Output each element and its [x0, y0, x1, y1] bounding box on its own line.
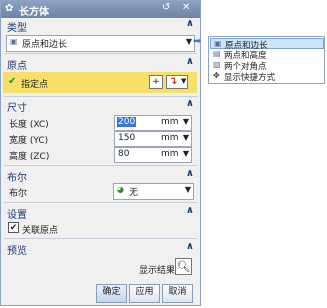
section-boolean-label: 布尔 — [7, 173, 27, 184]
point-dialog-button[interactable]: + — [149, 75, 163, 89]
dropdown-item-two-points-height[interactable]: ▤ 两点和高度 — [210, 49, 324, 61]
boolean-combo[interactable]: ◕ 无 ▼ — [113, 183, 194, 200]
length-unit: mm — [161, 117, 179, 127]
chevron-down-icon: ▼ — [181, 77, 187, 85]
chevron-up-icon[interactable]: ∧ — [186, 18, 194, 29]
section-origin-header[interactable]: 原点 ∧ — [1, 56, 200, 72]
chevron-up-icon[interactable]: ∧ — [186, 205, 194, 216]
cancel-button[interactable]: 取消 — [162, 284, 193, 303]
divider — [4, 238, 197, 239]
type-combo[interactable]: ▣ 原点和边长 ▼ — [6, 35, 195, 52]
chevron-down-icon[interactable]: ▼ — [183, 133, 189, 142]
specify-point-label: 指定点 — [21, 80, 49, 90]
dialog-title: 长方体 — [19, 7, 49, 18]
inferred-point-icon: ↴ — [169, 76, 178, 87]
shortcut-icon: ✥ — [213, 71, 220, 80]
ok-button[interactable]: 确定 — [96, 284, 127, 303]
divider — [4, 165, 197, 166]
boolean-field-label: 布尔 — [9, 189, 28, 199]
divider — [4, 96, 197, 97]
point-type-dropdown[interactable]: ↴ ▼ — [166, 75, 188, 89]
boolean-none-icon: ◕ — [117, 185, 124, 194]
section-size-header[interactable]: 尺寸 ∧ — [1, 98, 200, 114]
type-dropdown-list: ▣ 原点和边长 ▤ 两点和高度 ▧ 两个对角点 ✥ 显示快捷方式 — [208, 36, 325, 84]
close-icon[interactable]: ✕ — [182, 2, 190, 13]
section-size-label: 尺寸 — [7, 103, 27, 114]
show-result-label: 显示结果 — [139, 266, 176, 276]
height-label: 高度 (ZC) — [9, 152, 50, 162]
magnifier-icon: 🔍︎ — [176, 260, 191, 273]
section-settings-label: 设置 — [7, 210, 27, 221]
associative-origin-label: 关联原点 — [22, 226, 59, 236]
section-type-label: 类型 — [7, 23, 27, 34]
associative-origin-checkbox[interactable]: ✔ — [8, 222, 19, 233]
cube-diagonal-icon: ▧ — [213, 60, 221, 69]
section-origin-label: 原点 — [7, 61, 27, 72]
section-settings-header[interactable]: 设置 ∧ — [1, 205, 200, 221]
section-preview-label: 预览 — [7, 246, 27, 257]
point-plus-icon: + — [152, 77, 160, 87]
height-value: 80 — [118, 149, 130, 159]
block-dialog: ✿ 长方体 ↺ ✕ 类型 ∧ ▣ 原点和边长 ▼ 原点 ∧ ✔ 指定点 + ↴ … — [0, 0, 201, 306]
dropdown-item-label: 显示快捷方式 — [224, 73, 276, 83]
divider — [4, 202, 197, 203]
chevron-up-icon[interactable]: ∧ — [186, 56, 194, 67]
chevron-down-icon[interactable]: ▼ — [183, 117, 189, 126]
dialog-titlebar[interactable]: ✿ 长方体 ↺ ✕ — [1, 1, 200, 18]
section-type-header[interactable]: 类型 ∧ — [1, 18, 200, 34]
gear-icon[interactable]: ✿ — [5, 3, 13, 14]
length-value: 200 — [117, 117, 137, 127]
width-value: 150 — [118, 133, 136, 143]
dropdown-item-two-diagonal[interactable]: ▧ 两个对角点 — [210, 60, 324, 72]
type-combo-value: 原点和边长 — [22, 40, 68, 50]
pointer-arrow-icon: ➡ — [193, 36, 202, 47]
width-unit: mm — [161, 133, 179, 143]
chevron-up-icon[interactable]: ∧ — [186, 241, 194, 252]
length-input[interactable]: 200 mm ▼ — [114, 115, 192, 131]
apply-button[interactable]: 应用 — [129, 284, 160, 303]
cube-origin-icon: ▣ — [10, 37, 18, 46]
section-preview-header[interactable]: 预览 ∧ — [1, 241, 200, 257]
dropdown-item-origin-edge[interactable]: ▣ 原点和边长 — [210, 38, 324, 51]
reset-icon[interactable]: ↺ — [162, 2, 170, 13]
chevron-down-icon[interactable]: ▼ — [185, 185, 191, 194]
divider — [4, 53, 197, 54]
width-label: 宽度 (YC) — [9, 136, 49, 146]
cube-two-points-icon: ▤ — [213, 49, 221, 58]
cube-origin-icon: ▣ — [214, 39, 222, 48]
checkmark-icon: ✔ — [8, 76, 17, 87]
height-unit: mm — [161, 149, 179, 159]
dropdown-item-show-shortcuts[interactable]: ✥ 显示快捷方式 — [210, 71, 324, 83]
specify-point-row[interactable]: ✔ 指定点 + ↴ ▼ — [3, 72, 197, 93]
height-input[interactable]: 80 mm ▼ — [114, 147, 192, 163]
chevron-up-icon[interactable]: ∧ — [186, 98, 194, 109]
length-label: 长度 (XC) — [9, 120, 49, 130]
chevron-down-icon[interactable]: ▼ — [186, 37, 192, 46]
section-boolean-header[interactable]: 布尔 ∧ — [1, 168, 200, 184]
show-result-button[interactable]: 🔍︎ — [175, 258, 192, 275]
width-input[interactable]: 150 mm ▼ — [114, 131, 192, 147]
chevron-down-icon[interactable]: ▼ — [183, 149, 189, 158]
chevron-up-icon[interactable]: ∧ — [186, 168, 194, 179]
boolean-combo-value: 无 — [129, 188, 139, 198]
